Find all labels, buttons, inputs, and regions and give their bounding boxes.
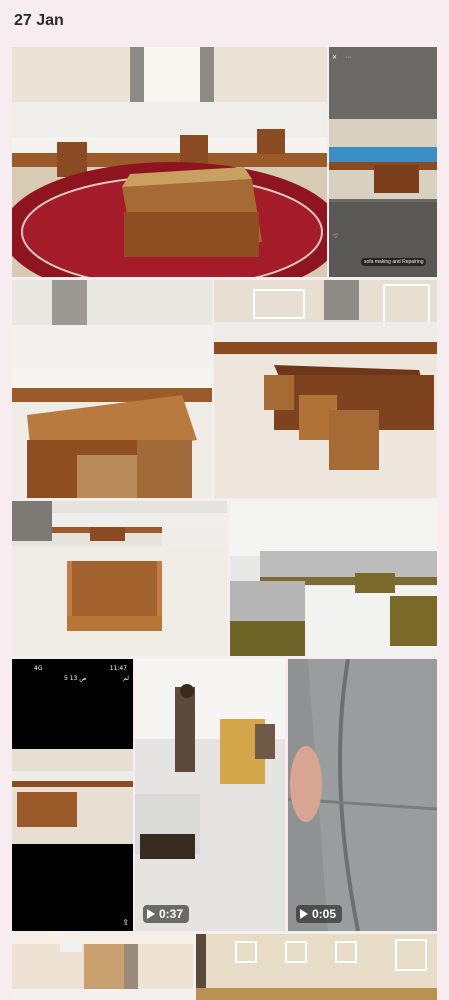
heart-icon: ♡ [333,233,339,240]
video-duration-badge: 0:05 [296,905,343,923]
photo-sofas-wrapped[interactable] [230,501,437,656]
photo-hall-wood-table[interactable] [214,280,437,498]
status-time: 11:47 [109,665,127,672]
photo-white-sofa-wood-table[interactable] [12,280,212,498]
share-icon[interactable]: ⇪ [122,918,129,927]
video-workers-golden-chair[interactable]: 0:37 [135,659,285,931]
close-icon[interactable]: ✕ [332,54,337,61]
status-date: 5 ص 13 [64,675,87,682]
play-icon [147,909,155,919]
photo-majlis-red-carpet[interactable] [12,47,327,277]
status-carrier: لم [123,675,129,682]
status-signal: 4G [34,665,43,672]
story-caption: sofa making and Repairing [361,258,427,266]
photo-phone-story-majlis[interactable]: ✕ ⋯ sofa making and Repairing ♡ [329,47,437,277]
video-duration-badge: 0:37 [143,905,190,923]
photo-living-room-curtains[interactable] [12,934,193,1000]
photo-hall-ornate[interactable] [196,934,437,1000]
video-fabric-closeup[interactable]: 0:05 [288,659,437,931]
play-icon [300,909,308,919]
photo-hall-floor-table[interactable] [12,501,227,656]
more-icon[interactable]: ⋯ [345,54,351,61]
photo-phone-screenshot[interactable]: 4G 11:47 5 ص 13 لم ⇪ [12,659,133,931]
date-header: 27 Jan [14,12,64,29]
